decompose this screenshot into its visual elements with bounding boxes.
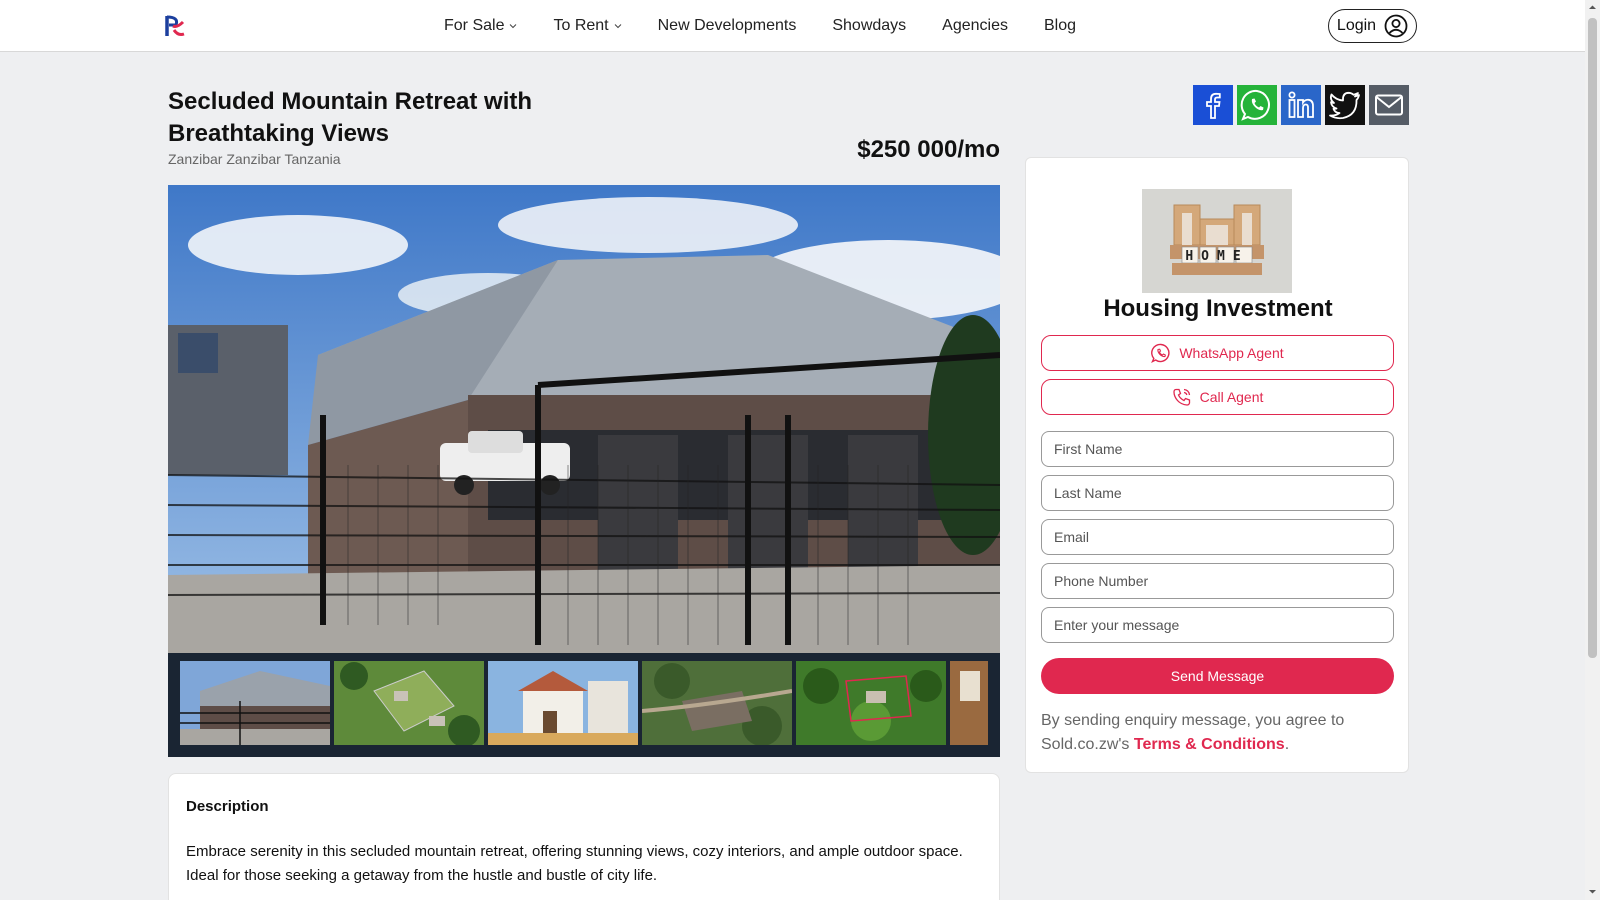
login-label: Login bbox=[1336, 17, 1377, 34]
first-name-field[interactable] bbox=[1041, 431, 1394, 467]
whatsapp-icon bbox=[1151, 343, 1170, 363]
terms-notice: By sending enquiry message, you agree to… bbox=[1041, 709, 1396, 757]
thumbnail-2[interactable] bbox=[334, 661, 484, 745]
nav-blog-label: Blog bbox=[1044, 17, 1077, 34]
thumbnail-strip bbox=[180, 661, 988, 745]
site-logo-icon[interactable] bbox=[165, 14, 185, 38]
main-nav: For Sale To Rent New Developments Showda… bbox=[444, 0, 1076, 52]
thumbnail-1[interactable] bbox=[180, 661, 330, 745]
email-field[interactable] bbox=[1041, 519, 1394, 555]
terms-notice-suffix: . bbox=[1284, 736, 1290, 753]
share-facebook-button[interactable] bbox=[1193, 85, 1233, 125]
login-button[interactable]: Login bbox=[1328, 9, 1417, 43]
description-heading: Description bbox=[186, 798, 269, 815]
scroll-up-arrow-icon[interactable] bbox=[1588, 3, 1597, 12]
send-message-button[interactable]: Send Message bbox=[1041, 658, 1394, 694]
thumbnail-5[interactable] bbox=[796, 661, 946, 745]
twitter-icon bbox=[1329, 91, 1360, 120]
share-email-button[interactable] bbox=[1369, 85, 1409, 125]
nav-agencies[interactable]: Agencies bbox=[942, 17, 1008, 35]
share-twitter-button[interactable] bbox=[1325, 85, 1365, 125]
whatsapp-icon bbox=[1240, 89, 1270, 121]
agent-name: Housing Investment bbox=[1103, 295, 1333, 322]
site-header: For Sale To Rent New Developments Showda… bbox=[0, 0, 1585, 52]
thumbnail-6[interactable] bbox=[950, 661, 988, 745]
facebook-icon bbox=[1206, 92, 1221, 119]
message-field[interactable] bbox=[1041, 607, 1394, 643]
agent-contact-card: HOME Housing Investment WhatsApp Agent C… bbox=[1025, 157, 1409, 773]
share-buttons bbox=[1193, 85, 1409, 125]
nav-new-developments-label: New Developments bbox=[657, 17, 797, 34]
last-name-field[interactable] bbox=[1041, 475, 1394, 511]
call-agent-label: Call Agent bbox=[1199, 389, 1264, 405]
chevron-down-icon bbox=[614, 24, 621, 29]
chevron-down-icon bbox=[510, 24, 517, 29]
agency-logo: HOME bbox=[1142, 189, 1292, 293]
listing-location: Zanzibar Zanzibar Tanzania bbox=[168, 151, 341, 167]
share-linkedin-button[interactable] bbox=[1281, 85, 1321, 125]
nav-to-rent[interactable]: To Rent bbox=[553, 17, 621, 35]
agency-logo-text: HOME bbox=[1185, 249, 1248, 264]
nav-to-rent-label: To Rent bbox=[553, 17, 609, 34]
nav-showdays-label: Showdays bbox=[832, 17, 907, 34]
description-card: Description Embrace serenity in this sec… bbox=[168, 773, 1000, 900]
nav-agencies-label: Agencies bbox=[942, 17, 1008, 34]
listing-price: $250 000/mo bbox=[857, 136, 1000, 163]
nav-new-developments[interactable]: New Developments bbox=[658, 17, 797, 35]
send-message-label: Send Message bbox=[1170, 668, 1265, 684]
linkedin-icon bbox=[1288, 91, 1314, 118]
email-icon bbox=[1375, 94, 1403, 116]
whatsapp-agent-button[interactable]: WhatsApp Agent bbox=[1041, 335, 1394, 371]
thumbnail-4[interactable] bbox=[642, 661, 792, 745]
thumbnail-3[interactable] bbox=[488, 661, 638, 745]
main-photo[interactable] bbox=[168, 185, 1000, 653]
terms-link[interactable]: Terms & Conditions bbox=[1134, 736, 1285, 753]
listing-title: Secluded Mountain Retreat with Breathtak… bbox=[168, 88, 533, 147]
whatsapp-agent-label: WhatsApp Agent bbox=[1179, 345, 1284, 361]
page-scrollbar[interactable] bbox=[1585, 0, 1600, 900]
phone-number-field[interactable] bbox=[1041, 563, 1394, 599]
user-circle-icon bbox=[1384, 14, 1408, 38]
description-text: Embrace serenity in this secluded mounta… bbox=[186, 843, 963, 884]
nav-for-sale-label: For Sale bbox=[444, 17, 505, 34]
scroll-down-arrow-icon[interactable] bbox=[1588, 887, 1597, 896]
nav-for-sale[interactable]: For Sale bbox=[444, 17, 517, 35]
share-whatsapp-button[interactable] bbox=[1237, 85, 1277, 125]
warehouse-photo bbox=[168, 185, 1000, 653]
call-agent-button[interactable]: Call Agent bbox=[1041, 379, 1394, 415]
photo-gallery bbox=[168, 185, 1000, 757]
nav-showdays[interactable]: Showdays bbox=[832, 17, 906, 35]
nav-blog[interactable]: Blog bbox=[1044, 17, 1076, 35]
scrollbar-thumb[interactable] bbox=[1588, 18, 1597, 658]
phone-icon bbox=[1172, 388, 1190, 406]
